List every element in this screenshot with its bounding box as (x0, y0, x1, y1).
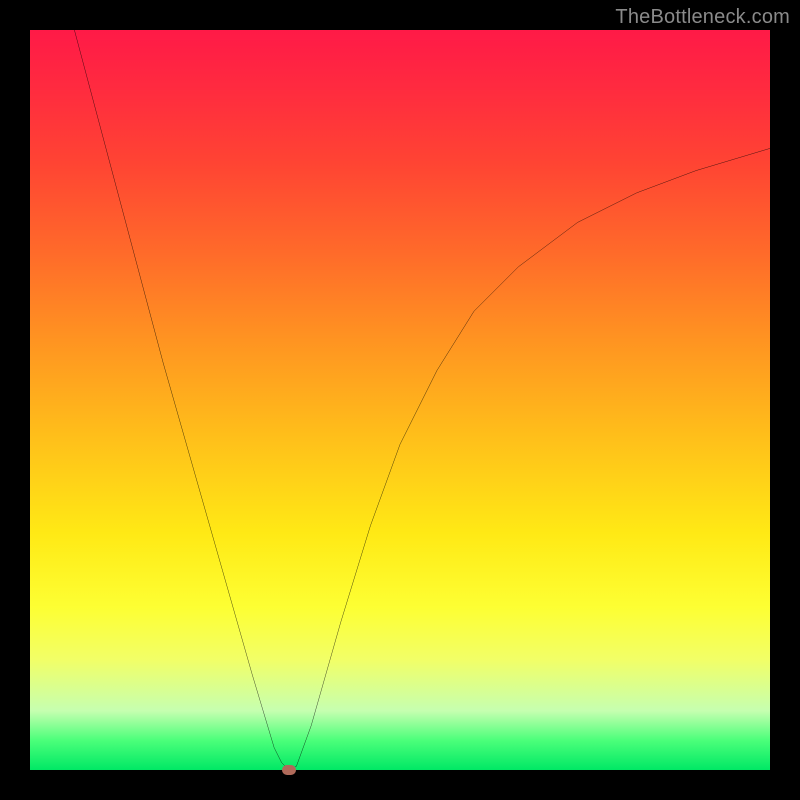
watermark-text: TheBottleneck.com (615, 6, 790, 29)
chart-frame: TheBottleneck.com (0, 0, 800, 800)
bottleneck-curve (74, 30, 770, 770)
curve-svg (30, 30, 770, 770)
plot-area (30, 30, 770, 770)
optimal-point-marker (282, 765, 296, 775)
